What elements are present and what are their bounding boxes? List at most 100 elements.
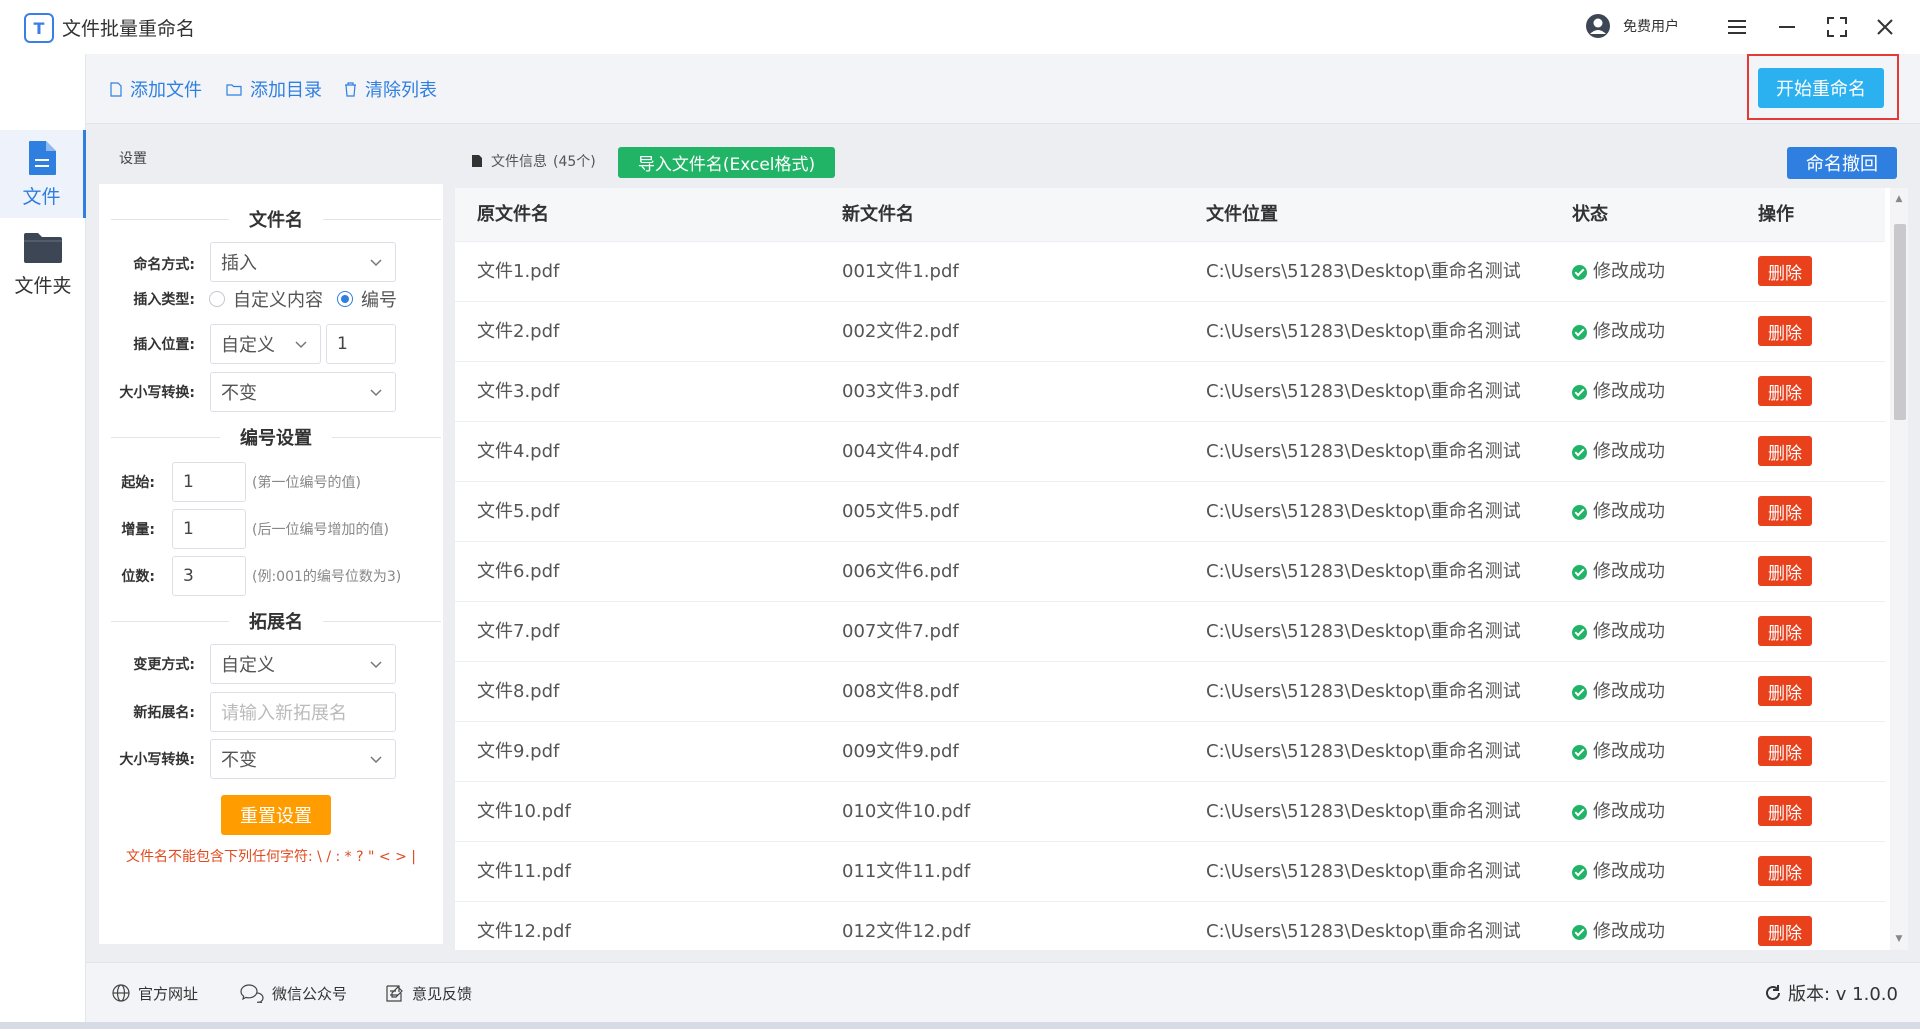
cell-new-name: 003文件3.pdf	[842, 381, 959, 402]
table-row[interactable]: 文件5.pdf 005文件5.pdf C:\Users\51283\Desktop\…	[455, 482, 1885, 542]
fullscreen-icon[interactable]	[1822, 12, 1852, 42]
table-body: 文件1.pdf 001文件1.pdf C:\Users\51283\Desktop\…	[455, 242, 1885, 950]
menu-icon[interactable]	[1722, 12, 1752, 42]
version-info: 版本: v 1.0.0	[1764, 963, 1898, 1023]
chevron-down-icon	[370, 389, 382, 397]
table-row[interactable]: 文件4.pdf 004文件4.pdf C:\Users\51283\Desktop\…	[455, 422, 1885, 482]
step-input[interactable]: 1	[172, 509, 246, 549]
case-select[interactable]: 不变	[210, 372, 396, 412]
file-info: 文件信息 (45个)	[471, 134, 596, 188]
cell-new-name: 010文件10.pdf	[842, 801, 971, 822]
delete-row-button[interactable]: 删除	[1758, 856, 1812, 886]
digits-row: 位数:	[99, 556, 155, 596]
delete-row-button[interactable]: 删除	[1758, 496, 1812, 526]
globe-icon	[112, 984, 130, 1002]
document-icon	[472, 155, 482, 167]
delete-row-button[interactable]: 删除	[1758, 736, 1812, 766]
nav-item-file[interactable]: 文件	[0, 130, 86, 218]
cell-original-name: 文件8.pdf	[477, 681, 560, 702]
delete-row-button[interactable]: 删除	[1758, 796, 1812, 826]
cell-original-name: 文件1.pdf	[477, 261, 560, 282]
insert-pos-input[interactable]: 1	[326, 324, 396, 364]
ext-mode-select[interactable]: 自定义	[210, 644, 396, 684]
table-row[interactable]: 文件2.pdf 002文件2.pdf C:\Users\51283\Desktop\…	[455, 302, 1885, 362]
clear-list-button[interactable]: 清除列表	[344, 54, 437, 124]
add-dir-button[interactable]: 添加目录	[226, 54, 322, 124]
ext-section-title: 拓展名	[111, 608, 441, 634]
settings-header: 设置	[99, 134, 443, 184]
table-row[interactable]: 文件1.pdf 001文件1.pdf C:\Users\51283\Desktop\…	[455, 242, 1885, 302]
table-row[interactable]: 文件10.pdf 010文件10.pdf C:\Users\51283\Deskto…	[455, 782, 1885, 842]
success-check-icon	[1572, 684, 1587, 700]
table-row[interactable]: 文件3.pdf 003文件3.pdf C:\Users\51283\Desktop\…	[455, 362, 1885, 422]
cell-status: 修改成功	[1572, 542, 1665, 602]
website-link[interactable]: 官方网址	[112, 963, 198, 1023]
table-row[interactable]: 文件7.pdf 007文件7.pdf C:\Users\51283\Desktop\…	[455, 602, 1885, 662]
user-name: 免费用户	[1623, 19, 1679, 35]
insert-pos-label: 插入位置:	[133, 337, 195, 353]
close-icon[interactable]	[1870, 12, 1900, 42]
cell-original-name: 文件2.pdf	[477, 321, 560, 342]
cell-location: C:\Users\51283\Desktop\重命名测试	[1206, 741, 1521, 762]
start-hint: (第一位编号的值)	[252, 475, 361, 491]
table-row[interactable]: 文件12.pdf 012文件12.pdf C:\Users\51283\Deskto…	[455, 902, 1885, 950]
import-excel-button[interactable]: 导入文件名(Excel格式)	[618, 147, 835, 178]
success-check-icon	[1572, 744, 1587, 760]
table-row[interactable]: 文件8.pdf 008文件8.pdf C:\Users\51283\Desktop\…	[455, 662, 1885, 722]
table-scrollbar[interactable]: ▲ ▼	[1890, 188, 1908, 950]
cell-status: 修改成功	[1572, 842, 1665, 902]
insert-pos-select[interactable]: 自定义	[210, 324, 321, 364]
table-row[interactable]: 文件9.pdf 009文件9.pdf C:\Users\51283\Desktop\…	[455, 722, 1885, 782]
table-row[interactable]: 文件6.pdf 006文件6.pdf C:\Users\51283\Desktop\…	[455, 542, 1885, 602]
start-rename-button[interactable]: 开始重命名	[1758, 68, 1884, 108]
radio-custom-content[interactable]: 自定义内容	[209, 286, 323, 312]
delete-row-button[interactable]: 删除	[1758, 556, 1812, 586]
scroll-thumb[interactable]	[1894, 224, 1906, 420]
new-ext-row: 新拓展名:	[99, 692, 195, 732]
file-count: (45个)	[553, 154, 596, 170]
success-check-icon	[1572, 864, 1587, 880]
table-row[interactable]: 文件11.pdf 011文件11.pdf C:\Users\51283\Deskto…	[455, 842, 1885, 902]
table-header: 原文件名 新文件名 文件位置 状态 操作	[455, 188, 1885, 242]
ext-case-row: 大小写转换:	[99, 739, 195, 779]
delete-row-button[interactable]: 删除	[1758, 316, 1812, 346]
start-input[interactable]: 1	[172, 462, 246, 502]
radio-numbering[interactable]: 编号	[337, 286, 397, 312]
undo-rename-button[interactable]: 命名撤回	[1787, 147, 1897, 179]
bottom-strip	[0, 1022, 1920, 1029]
nav-label-file: 文件	[22, 185, 61, 208]
scroll-up-arrow-icon[interactable]: ▲	[1894, 194, 1904, 204]
cell-status: 修改成功	[1572, 302, 1665, 362]
add-file-button[interactable]: 添加文件	[110, 54, 202, 124]
success-check-icon	[1572, 384, 1587, 400]
feedback-link[interactable]: 意见反馈	[386, 963, 472, 1023]
ext-case-select[interactable]: 不变	[210, 739, 396, 779]
success-check-icon	[1572, 324, 1587, 340]
folder-outline-icon	[226, 83, 242, 96]
cell-new-name: 006文件6.pdf	[842, 561, 959, 582]
nav-item-folder[interactable]: 文件夹	[0, 220, 86, 308]
success-check-icon	[1572, 444, 1587, 460]
digits-input[interactable]: 3	[172, 556, 246, 596]
delete-row-button[interactable]: 删除	[1758, 376, 1812, 406]
delete-row-button[interactable]: 删除	[1758, 256, 1812, 286]
user-account[interactable]: 免费用户	[1585, 13, 1679, 39]
settings-panel: 设置 文件名 命名方式: 插入 插入类型: 自定义内容 编号 插入位置: 自定义…	[99, 134, 443, 944]
delete-row-button[interactable]: 删除	[1758, 616, 1812, 646]
folder-icon	[24, 232, 62, 263]
delete-row-button[interactable]: 删除	[1758, 916, 1812, 946]
refresh-icon[interactable]	[1764, 984, 1782, 1002]
delete-row-button[interactable]: 删除	[1758, 436, 1812, 466]
cell-original-name: 文件5.pdf	[477, 501, 560, 522]
delete-row-button[interactable]: 删除	[1758, 676, 1812, 706]
new-ext-input[interactable]: 请输入新拓展名	[210, 692, 396, 732]
cell-new-name: 002文件2.pdf	[842, 321, 959, 342]
wechat-link[interactable]: 微信公众号	[240, 963, 347, 1023]
reset-settings-button[interactable]: 重置设置	[221, 795, 331, 835]
insert-type-label: 插入类型:	[133, 292, 195, 308]
success-check-icon	[1572, 504, 1587, 520]
naming-mode-select[interactable]: 插入	[210, 242, 396, 282]
minimize-icon[interactable]	[1772, 12, 1802, 42]
cell-new-name: 005文件5.pdf	[842, 501, 959, 522]
scroll-down-arrow-icon[interactable]: ▼	[1894, 934, 1904, 944]
